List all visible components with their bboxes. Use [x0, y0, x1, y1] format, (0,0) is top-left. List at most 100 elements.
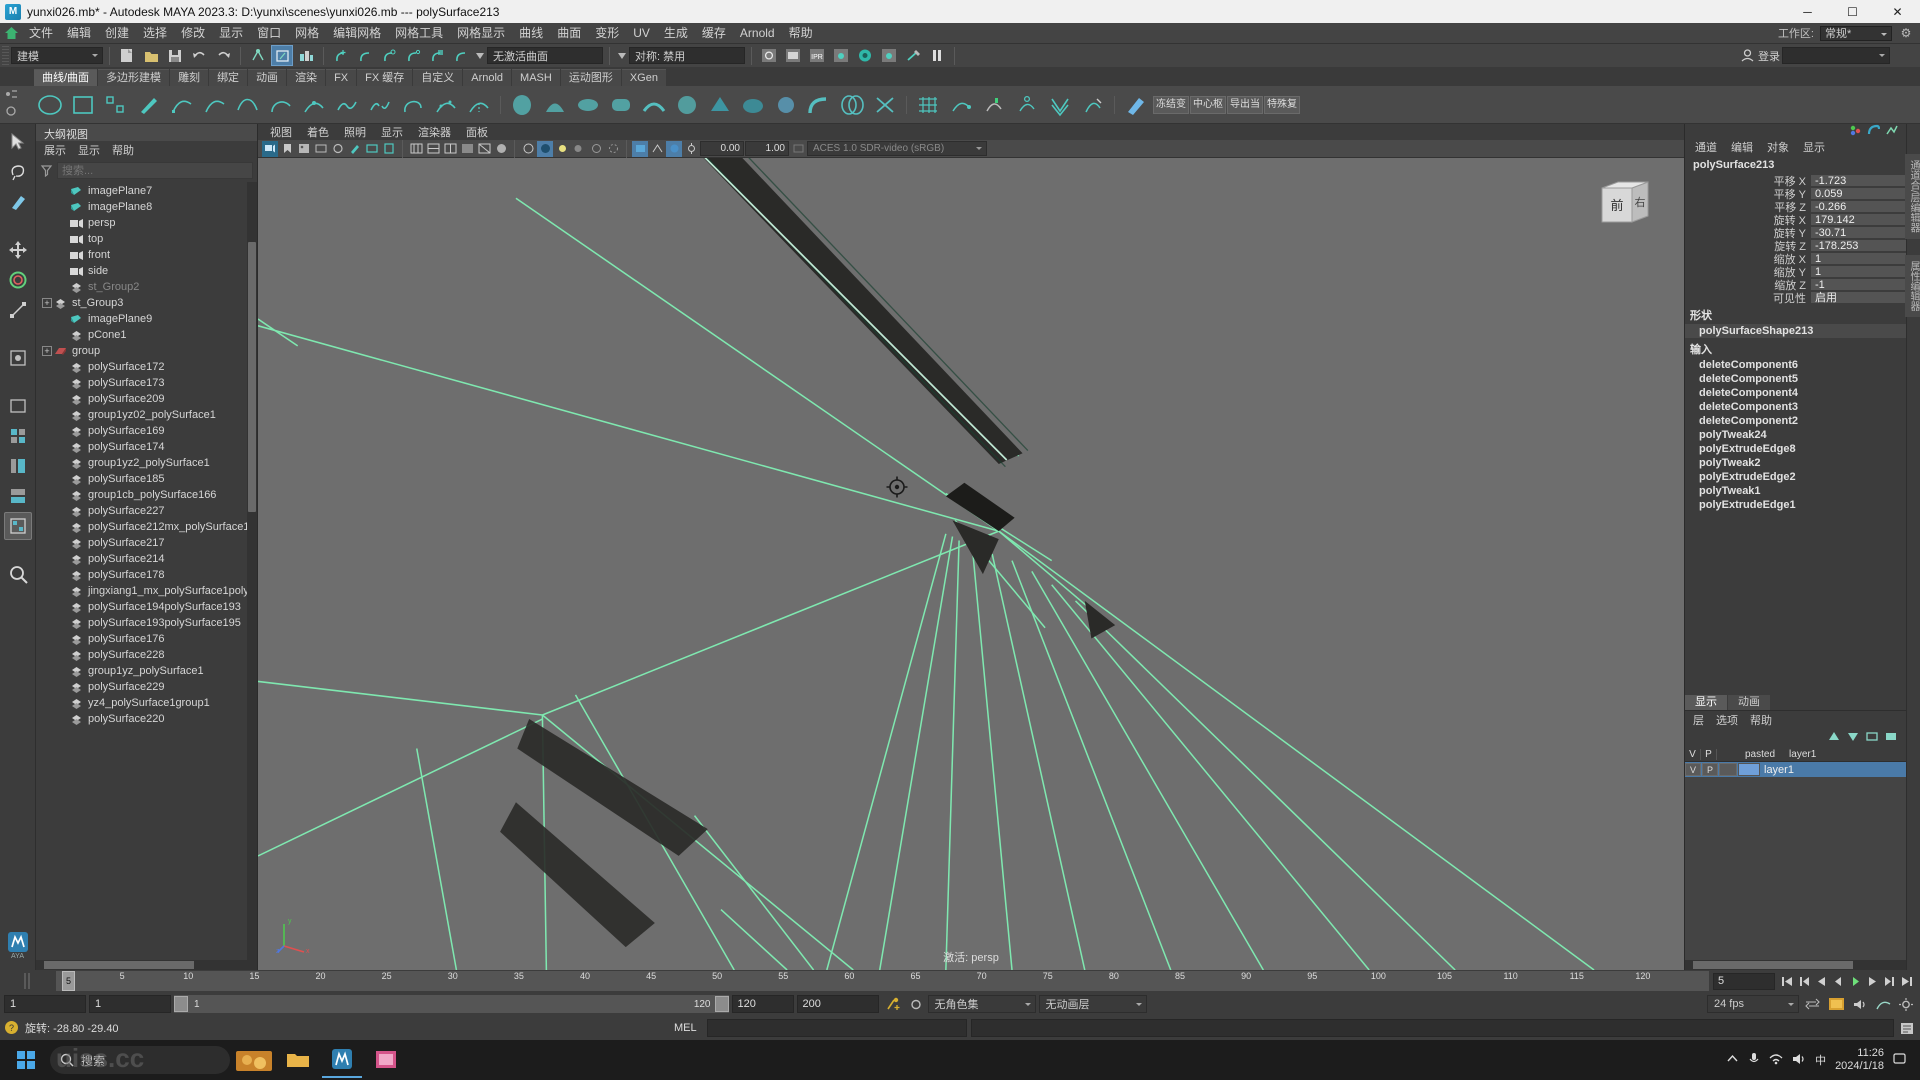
- cv-curve-icon[interactable]: [166, 89, 198, 121]
- playback-start-field[interactable]: 1: [89, 995, 171, 1013]
- channel-box-icon[interactable]: [1849, 124, 1862, 139]
- go-to-start-icon[interactable]: [1779, 972, 1795, 990]
- snap-grid-icon[interactable]: [330, 45, 352, 66]
- outliner-item[interactable]: polySurface194polySurface193: [36, 599, 257, 615]
- workspace-selector[interactable]: 常规*: [1820, 25, 1892, 41]
- outliner-item[interactable]: top: [36, 231, 257, 247]
- pencil-curve-icon[interactable]: [133, 89, 165, 121]
- layout-hypershade-icon[interactable]: [3, 512, 32, 540]
- shadows-icon[interactable]: [571, 141, 587, 157]
- channel-input-node[interactable]: polyExtrudeEdge2: [1685, 470, 1906, 484]
- step-forward-key-icon[interactable]: [1881, 972, 1897, 990]
- menu-item-6[interactable]: 窗口: [250, 23, 288, 44]
- channel-attribute-value[interactable]: 启用: [1811, 291, 1906, 304]
- time-slider-grip[interactable]: [0, 973, 56, 989]
- shelf-tab-1[interactable]: 多边形建模: [98, 69, 170, 86]
- channel-input-node[interactable]: polyExtrudeEdge8: [1685, 442, 1906, 456]
- viewport-menu-shading[interactable]: 着色: [307, 124, 329, 140]
- tab-display-layers[interactable]: 显示: [1685, 695, 1727, 710]
- home-icon[interactable]: [0, 23, 22, 44]
- last-tool-icon[interactable]: [4, 344, 32, 372]
- open-scene-icon[interactable]: [140, 45, 162, 66]
- scale-tool-icon[interactable]: [4, 296, 32, 324]
- character-set-selector[interactable]: 无角色集: [927, 995, 1036, 1013]
- paint-attributes-icon[interactable]: [1120, 89, 1152, 121]
- smooth-mesh-icon[interactable]: [912, 89, 944, 121]
- outliner-item[interactable]: polySurface220: [36, 711, 257, 727]
- outliner-tree[interactable]: imagePlane7 imagePlane8 persp top front side s…: [36, 182, 257, 960]
- anim-layer-selector[interactable]: 无动画层: [1038, 995, 1147, 1013]
- channel-input-node[interactable]: polyTweak24: [1685, 428, 1906, 442]
- select-by-component-icon[interactable]: [295, 45, 317, 66]
- outliner-item[interactable]: + st_Group3: [36, 295, 257, 311]
- expand-toggle-icon[interactable]: +: [42, 298, 52, 308]
- outliner-item[interactable]: jingxiang1_mx_polySurface1poly: [36, 583, 257, 599]
- snap-view-plane-icon[interactable]: [426, 45, 448, 66]
- move-tool-icon[interactable]: [4, 236, 32, 264]
- layout-persp-graph-icon[interactable]: [4, 482, 32, 510]
- layer1-type-toggle[interactable]: [1719, 763, 1737, 776]
- arc-tool-icon[interactable]: [265, 89, 297, 121]
- minimize-button[interactable]: ─: [1785, 0, 1830, 23]
- shelf-text-button-1[interactable]: 中心枢: [1190, 95, 1226, 114]
- layer-row-layer1[interactable]: V P layer1: [1685, 762, 1906, 777]
- tab-anim-layers[interactable]: 动画: [1728, 695, 1770, 710]
- intersect-surfaces-icon[interactable]: [836, 89, 868, 121]
- graph-editor-icon[interactable]: [1873, 998, 1893, 1011]
- shelf-tab-4[interactable]: 动画: [248, 69, 287, 86]
- channel-input-node[interactable]: polyTweak2: [1685, 456, 1906, 470]
- outliner-item[interactable]: side: [36, 263, 257, 279]
- make-live-icon[interactable]: [450, 45, 472, 66]
- outliner-item[interactable]: imagePlane7: [36, 183, 257, 199]
- channel-input-node[interactable]: polyTweak1: [1685, 484, 1906, 498]
- shelf-text-button-3[interactable]: 特殊复: [1264, 95, 1300, 114]
- outliner-item[interactable]: + group: [36, 343, 257, 359]
- shelf-tab-10[interactable]: MASH: [512, 69, 560, 86]
- notification-center-icon[interactable]: [1893, 1052, 1906, 1068]
- layer-menu-layers[interactable]: 层: [1693, 712, 1704, 728]
- layout-four-view-icon[interactable]: [4, 422, 32, 450]
- tray-ime-indicator[interactable]: 中: [1815, 1052, 1826, 1068]
- outliner-item[interactable]: polySurface176: [36, 631, 257, 647]
- vtab-channel-layer-editor[interactable]: 通道合/层编辑器: [1905, 154, 1920, 239]
- shelf-tab-8[interactable]: 自定义: [413, 69, 463, 86]
- xray-joints-icon[interactable]: [442, 141, 458, 157]
- channel-attribute-value[interactable]: -1: [1811, 278, 1906, 291]
- menu-item-1[interactable]: 编辑: [60, 23, 98, 44]
- exposure-icon[interactable]: [683, 141, 699, 157]
- channel-input-node[interactable]: deleteComponent3: [1685, 400, 1906, 414]
- nurbs-circle-icon[interactable]: [34, 89, 66, 121]
- channel-input-node[interactable]: deleteComponent5: [1685, 372, 1906, 386]
- menuset-selector[interactable]: 建模: [11, 47, 103, 64]
- layer1-playback-toggle[interactable]: P: [1702, 763, 1718, 776]
- animation-settings-icon[interactable]: [1896, 997, 1916, 1011]
- smooth-shade-icon[interactable]: [493, 141, 509, 157]
- redo-icon[interactable]: [212, 45, 234, 66]
- channelbox-shape-name[interactable]: polySurfaceShape213: [1685, 324, 1906, 338]
- layer1-visibility-toggle[interactable]: V: [1685, 763, 1701, 776]
- magnify-icon[interactable]: [4, 560, 32, 588]
- offset-surface-icon[interactable]: [1011, 89, 1043, 121]
- time-slider-track[interactable]: 5 10 15 20 25 30 35 40 45 50 55 60 65 70 75 80 85 90 95 100…: [56, 971, 1709, 991]
- outliner-item[interactable]: polySurface209: [36, 391, 257, 407]
- menu-item-13[interactable]: 变形: [588, 23, 626, 44]
- modeling-toolkit-icon[interactable]: [1885, 124, 1898, 139]
- outliner-item[interactable]: polySurface173: [36, 375, 257, 391]
- xray-active-components-icon[interactable]: [459, 141, 475, 157]
- lasso-tool-icon[interactable]: [4, 158, 32, 186]
- gamma-value[interactable]: 1.00: [745, 141, 789, 156]
- ep-curve-icon[interactable]: [199, 89, 231, 121]
- outliner-item[interactable]: polySurface185: [36, 471, 257, 487]
- tray-network-icon[interactable]: [1769, 1053, 1783, 1068]
- snap-curve-icon[interactable]: [354, 45, 376, 66]
- isolate-select-icon[interactable]: [408, 141, 424, 157]
- play-forwards-icon[interactable]: [1847, 972, 1863, 990]
- stitch-surfaces-icon[interactable]: [1077, 89, 1109, 121]
- file-explorer-icon[interactable]: [278, 1042, 318, 1078]
- outliner-vscroll-thumb[interactable]: [248, 242, 256, 512]
- menu-item-0[interactable]: 文件: [22, 23, 60, 44]
- snap-projection-icon[interactable]: [402, 45, 424, 66]
- outliner-item[interactable]: polySurface229: [36, 679, 257, 695]
- gear-icon[interactable]: ⚙: [1898, 25, 1914, 41]
- range-bar[interactable]: 1 120: [174, 995, 729, 1013]
